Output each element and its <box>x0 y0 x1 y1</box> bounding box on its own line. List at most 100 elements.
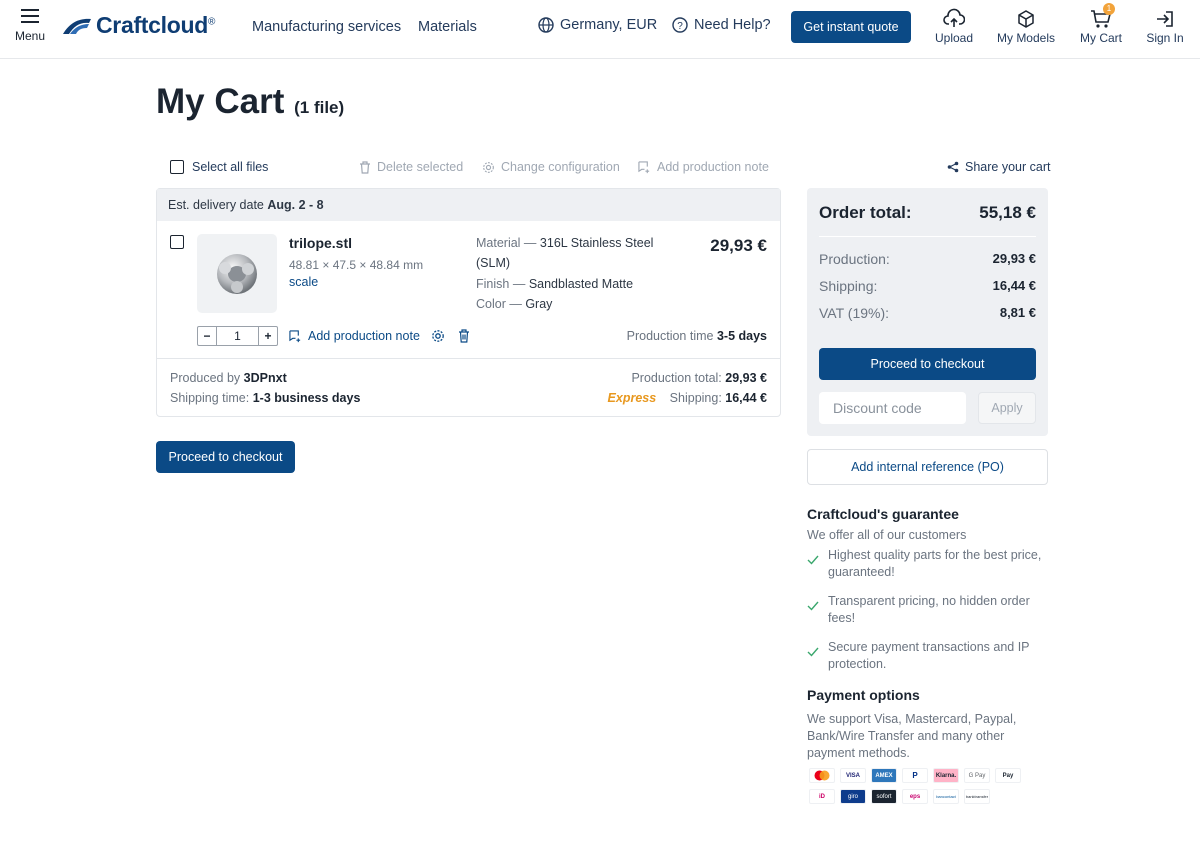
shipping-time-label: Shipping time: <box>170 391 250 405</box>
model-thumbnail[interactable] <box>197 234 277 313</box>
paypal-icon: P <box>902 768 928 783</box>
logo-mark-icon <box>63 18 91 34</box>
item-checkbox[interactable] <box>170 235 184 249</box>
giropay-icon: giro <box>840 789 866 804</box>
gear-icon[interactable] <box>431 329 445 343</box>
add-production-note-button[interactable]: Add production note <box>289 329 420 343</box>
logo[interactable]: Craftcloud® <box>62 12 215 39</box>
change-configuration-button[interactable]: Change configuration <box>482 160 620 174</box>
summary-vat: VAT (19%): 8,81 € <box>819 305 1036 321</box>
guarantee-text: Highest quality parts for the best price… <box>828 548 1042 579</box>
help-link[interactable]: ? Need Help? <box>672 17 771 33</box>
trash-icon[interactable] <box>458 329 470 343</box>
material-value: 316L Stainless Steel <box>539 236 654 250</box>
help-icon: ? <box>672 17 688 33</box>
google-pay-icon: G Pay <box>964 768 990 783</box>
card-divider <box>157 358 780 359</box>
sign-in-label: Sign In <box>1146 31 1184 45</box>
apply-discount-button[interactable]: Apply <box>978 392 1036 424</box>
page-title: My Cart (1 file) <box>156 82 345 121</box>
model-dimensions: 48.81 × 47.5 × 48.84 mm <box>289 258 424 272</box>
guarantee-title: Craftcloud's guarantee <box>807 506 959 522</box>
check-icon <box>807 601 819 611</box>
visa-icon: VISA <box>840 768 866 783</box>
shipping-label: Shipping: <box>669 391 722 405</box>
model-preview-icon <box>217 253 257 294</box>
locale-label: Germany, EUR <box>560 17 658 33</box>
nav-materials[interactable]: Materials <box>418 19 477 35</box>
get-instant-quote-button[interactable]: Get instant quote <box>791 11 911 43</box>
production-time-label: Production time <box>626 329 714 343</box>
upload-button[interactable]: Upload <box>935 8 973 45</box>
my-cart-button[interactable]: 1 My Cart <box>1079 3 1123 45</box>
scale-link[interactable]: scale <box>289 275 318 289</box>
guarantee-item: Highest quality parts for the best price… <box>807 547 1052 581</box>
bank-transfer-icon: banktransfer <box>964 789 990 804</box>
delivery-date-bar: Est. delivery date Aug. 2 - 8 <box>157 189 780 221</box>
summary-production: Production: 29,93 € <box>819 251 1036 267</box>
guarantee-text: Secure payment transactions and IP prote… <box>828 640 1030 671</box>
color-value: Gray <box>525 297 553 311</box>
payment-methods-row: iD giro sofort eps bancontact banktransf… <box>809 789 990 804</box>
order-summary: Order total: 55,18 € Production: 29,93 €… <box>807 188 1048 436</box>
upload-label: Upload <box>935 31 974 45</box>
gear-icon <box>483 161 494 173</box>
production-label: Production: <box>819 251 890 267</box>
share-cart-button[interactable]: Share your cart <box>947 160 1050 174</box>
summary-checkout-button[interactable]: Proceed to checkout <box>819 348 1036 380</box>
summary-shipping: Shipping: 16,44 € <box>819 278 1036 294</box>
production-time-value: 3-5 days <box>716 329 767 343</box>
top-header: Menu Craftcloud® Manufacturing services … <box>0 0 1200 59</box>
select-all-label: Select all files <box>192 160 269 174</box>
material-key: Material — <box>476 236 537 250</box>
eps-icon: eps <box>902 789 928 804</box>
vat-label: VAT (19%): <box>819 305 890 321</box>
vat-value: 8,81 € <box>999 305 1036 320</box>
proceed-to-checkout-button[interactable]: Proceed to checkout <box>156 441 295 473</box>
share-icon <box>947 161 959 173</box>
my-models-button[interactable]: My Models <box>996 8 1056 45</box>
add-internal-reference-button[interactable]: Add internal reference (PO) <box>807 449 1048 485</box>
hamburger-icon <box>21 9 39 23</box>
item-price: 29,93 € <box>710 236 767 255</box>
sign-in-button[interactable]: Sign In <box>1146 8 1184 45</box>
color-key: Color — <box>476 297 522 311</box>
quantity-value[interactable]: 1 <box>216 327 259 345</box>
add-production-note-label: Add production note <box>308 329 420 343</box>
sofort-icon: sofort <box>871 789 897 804</box>
express-badge[interactable]: Express <box>608 391 657 405</box>
bancontact-icon: bancontact <box>933 789 959 804</box>
guarantee-item: Secure payment transactions and IP prote… <box>807 639 1052 673</box>
sign-in-icon <box>1157 11 1173 27</box>
select-all-checkbox[interactable] <box>170 160 184 174</box>
add-production-note-label: Add production note <box>657 160 769 174</box>
material-spec: Material — 316L Stainless Steel (SLM) <box>476 233 653 273</box>
trash-icon <box>360 160 370 174</box>
change-configuration-label: Change configuration <box>501 160 620 174</box>
material-value-process: (SLM) <box>476 256 511 270</box>
file-name[interactable]: trilope.stl <box>289 235 352 251</box>
menu-button[interactable]: Menu <box>14 8 46 43</box>
check-icon <box>807 647 819 657</box>
svg-text:?: ? <box>677 21 683 32</box>
production-time: Production time 3-5 days <box>627 329 767 343</box>
produced-by-value: 3DPnxt <box>243 371 287 385</box>
note-icon <box>638 160 650 173</box>
delete-selected-button[interactable]: Delete selected <box>359 160 463 174</box>
klarna-icon: Klarna. <box>933 768 959 783</box>
locale-selector[interactable]: Germany, EUR <box>538 17 657 33</box>
color-spec: Color — Gray <box>476 294 552 314</box>
share-cart-label: Share your cart <box>965 160 1051 174</box>
discount-code-input[interactable]: Discount code <box>819 392 966 424</box>
quantity-increase-button[interactable]: + <box>259 327 277 345</box>
quantity-decrease-button[interactable]: − <box>198 327 216 345</box>
order-total-value: 55,18 € <box>979 203 1036 222</box>
order-total: Order total: 55,18 € <box>819 203 1036 223</box>
payment-methods-row: VISA AMEX P Klarna. G Pay Pay <box>809 768 1021 783</box>
produced-by-label: Produced by <box>170 371 241 385</box>
finish-spec: Finish — Sandblasted Matte <box>476 274 633 294</box>
add-production-note-toolbar-button[interactable]: Add production note <box>638 160 769 174</box>
select-all-files[interactable]: Select all files <box>170 160 268 174</box>
nav-manufacturing-services[interactable]: Manufacturing services <box>252 19 401 35</box>
globe-icon <box>538 17 554 33</box>
